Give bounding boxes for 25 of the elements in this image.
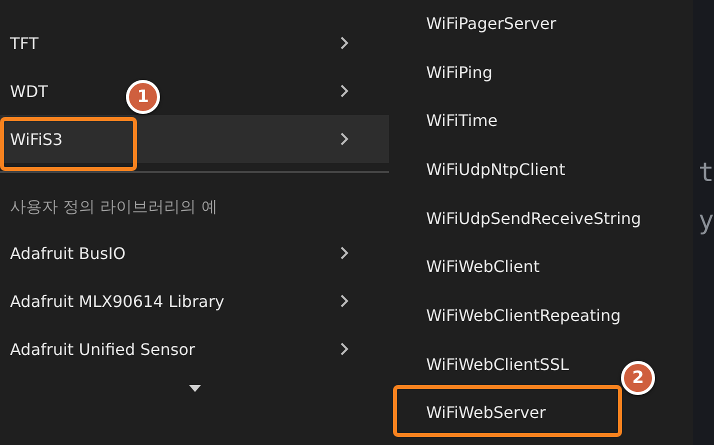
submenu-item[interactable]: WiFiWebClient (426, 257, 540, 276)
submenu-item[interactable]: WiFiPagerServer (426, 14, 556, 33)
chevron-right-icon (340, 132, 350, 146)
menu-item[interactable]: WDT (10, 82, 48, 100)
chevron-right-icon (340, 342, 350, 356)
submenu-item[interactable]: WiFiUdpNtpClient (426, 160, 566, 179)
menu-item[interactable]: WiFiS3 (10, 130, 63, 148)
submenu-item[interactable]: WiFiPing (426, 62, 493, 82)
menu-item[interactable]: Adafruit Unified Sensor (10, 340, 196, 358)
menu-item[interactable]: Adafruit BusIO (10, 244, 126, 262)
submenu-item[interactable]: WiFiWebClientSSL (426, 354, 569, 374)
menu-item[interactable]: TFT (10, 34, 38, 52)
submenu-item[interactable]: WiFiTime (426, 111, 498, 130)
chevron-right-icon (340, 84, 350, 98)
submenu-item[interactable]: WiFiWebServer (426, 403, 546, 422)
caret-down-icon[interactable] (188, 385, 201, 392)
code-text: t (698, 160, 714, 186)
menu-item[interactable]: Adafruit MLX90614 Library (10, 292, 224, 310)
chevron-right-icon (340, 246, 350, 260)
section-header: 사용자 정의 라이브러리의 예 (9, 196, 218, 218)
submenu-item[interactable]: WiFiUdpSendReceiveString (426, 208, 642, 228)
chevron-right-icon (340, 294, 350, 308)
submenu-item[interactable]: WiFiWebClientRepeating (426, 306, 621, 325)
code-text: y (698, 208, 714, 234)
chevron-right-icon (340, 36, 350, 50)
